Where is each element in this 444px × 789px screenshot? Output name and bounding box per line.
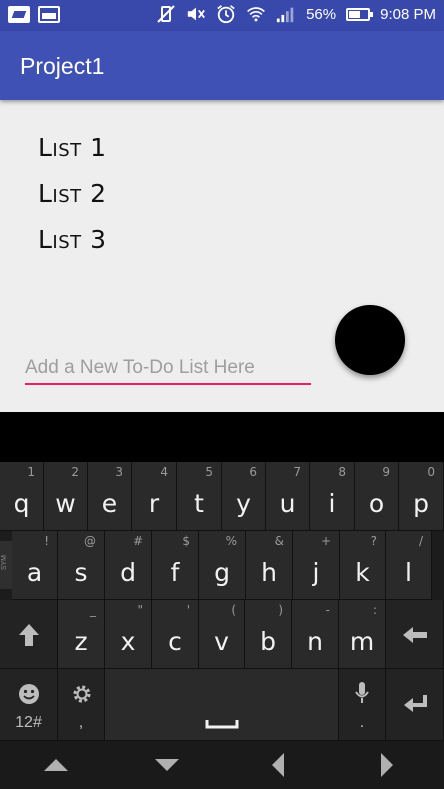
key-w[interactable]: 2w (44, 462, 88, 531)
gallery-icon (38, 6, 60, 23)
key-q[interactable]: 1q (0, 462, 44, 531)
triangle-up-icon (44, 759, 68, 771)
key-m[interactable]: :m (339, 600, 386, 669)
triangle-left-icon (272, 753, 284, 777)
todo-list: List 1 List 2 List 3 (38, 133, 107, 271)
list-item[interactable]: List 2 (38, 179, 107, 225)
main-content: List 1 List 2 List 3 (0, 100, 444, 412)
vibrate-icon (156, 4, 176, 24)
microphone-key[interactable]: . (339, 669, 386, 741)
key-a[interactable]: ! a (12, 531, 58, 600)
key-j[interactable]: + j (293, 531, 340, 600)
key-e[interactable]: 3e (88, 462, 132, 531)
navigation-bar (0, 741, 444, 789)
key-i[interactable]: 8i (310, 462, 355, 531)
empty-area (0, 412, 444, 462)
key-p[interactable]: 0p (399, 462, 444, 531)
shift-icon (19, 624, 39, 646)
keyboard-row-3: _ z " x ' c (v ) b -n :m (0, 600, 444, 669)
new-list-input[interactable] (25, 353, 311, 385)
key-l[interactable]: / l (386, 531, 432, 600)
mute-icon (186, 4, 206, 24)
list-item[interactable]: List 3 (38, 225, 107, 271)
signal-icon (276, 4, 296, 24)
key-v[interactable]: (v (199, 600, 245, 669)
add-list-fab[interactable] (335, 305, 405, 375)
key-u[interactable]: 7u (266, 462, 310, 531)
key-c[interactable]: ' c (152, 600, 199, 669)
symbols-tab[interactable]: SYM (0, 541, 12, 589)
key-g[interactable]: % g (199, 531, 246, 600)
key-d[interactable]: # d (105, 531, 152, 600)
battery-percent: 56% (306, 5, 337, 23)
nav-forward-button[interactable] (357, 741, 417, 789)
enter-icon (404, 695, 427, 712)
enter-key[interactable] (386, 669, 444, 741)
status-bar: 56% 9:08 PM (0, 0, 444, 31)
key-n[interactable]: -n (292, 600, 339, 669)
key-k[interactable]: ? k (340, 531, 386, 600)
list-item[interactable]: List 1 (38, 133, 107, 179)
nav-back-button[interactable] (248, 741, 308, 789)
gear-icon (73, 685, 91, 703)
app-title: Project1 (20, 53, 105, 79)
key-t[interactable]: 5t (177, 462, 222, 531)
key-r[interactable]: 4r (132, 462, 177, 531)
key-o[interactable]: 9o (355, 462, 399, 531)
backspace-key[interactable] (386, 600, 444, 669)
wifi-icon (246, 4, 266, 24)
key-x[interactable]: " x (105, 600, 152, 669)
key-f[interactable]: $ f (152, 531, 199, 600)
emoji-key[interactable]: 12# (0, 669, 58, 741)
space-key[interactable] (105, 669, 339, 741)
soft-keyboard: 1q 2w 3e 4r 5t 6y 7u 8i 9o 0p SYM ! a @ s … (0, 462, 444, 741)
key-h[interactable]: & h (246, 531, 293, 600)
emoji-icon (19, 684, 39, 704)
key-z[interactable]: _ z (58, 600, 105, 669)
key-y[interactable]: 6y (222, 462, 266, 531)
keyboard-row-1: 1q 2w 3e 4r 5t 6y 7u 8i 9o 0p (0, 462, 444, 531)
triangle-right-icon (381, 753, 393, 777)
key-b[interactable]: ) b (245, 600, 292, 669)
alarm-icon (216, 4, 236, 24)
microphone-icon (355, 682, 369, 703)
keyboard-row-4: 12# , . (0, 669, 444, 741)
shift-key[interactable] (0, 600, 58, 669)
nav-up-button[interactable] (26, 741, 86, 789)
backspace-icon (403, 627, 427, 643)
nav-down-button[interactable] (137, 741, 197, 789)
battery-icon (346, 7, 374, 21)
notification-box-icon (8, 6, 30, 23)
triangle-down-icon (155, 759, 179, 771)
key-s[interactable]: @ s (58, 531, 105, 600)
settings-key[interactable]: , (58, 669, 105, 741)
space-icon (205, 720, 239, 729)
keyboard-row-2: SYM ! a @ s # d $ f % g & h + j ? k / l (0, 531, 444, 600)
app-bar: Project1 (0, 31, 444, 100)
clock: 9:08 PM (380, 5, 436, 23)
